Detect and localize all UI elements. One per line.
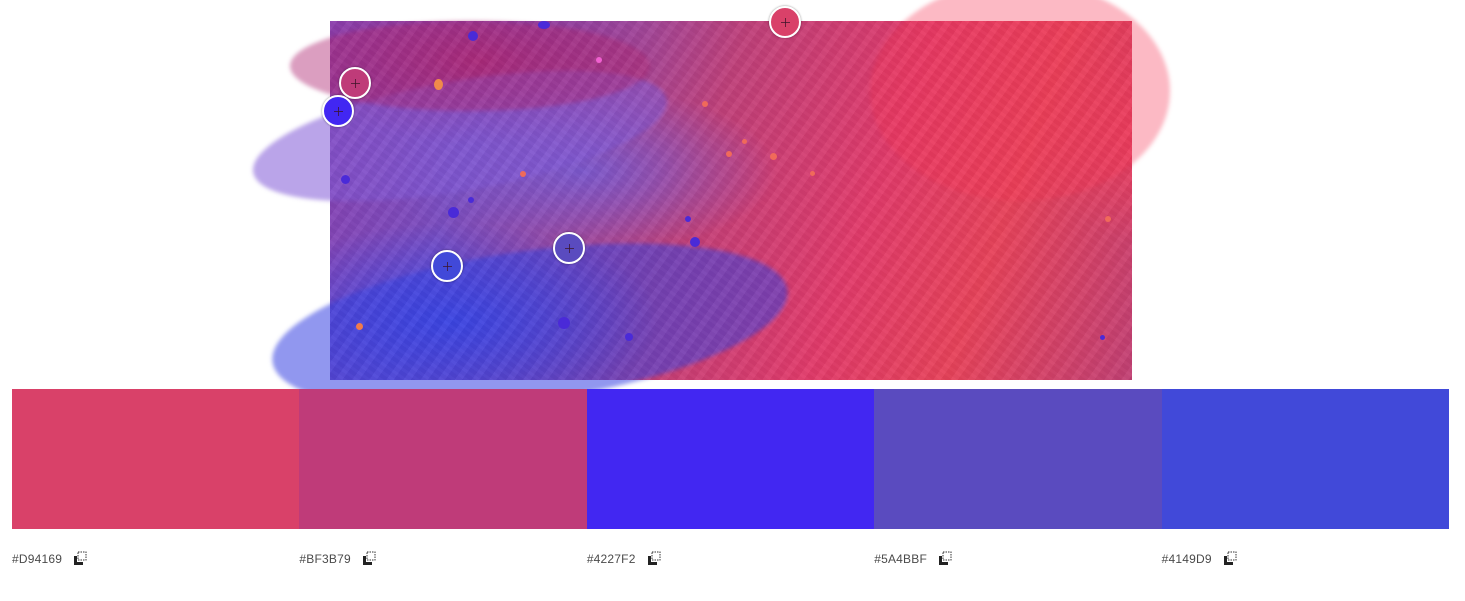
image-speck — [702, 101, 708, 107]
crosshair-icon — [780, 17, 790, 27]
hex-value: #4227F2 — [586, 552, 636, 566]
crosshair-icon — [350, 78, 360, 88]
copy-icon[interactable] — [361, 551, 377, 567]
image-speck — [558, 317, 570, 329]
hex-value: #D94169 — [12, 552, 63, 566]
image-speck — [468, 31, 478, 41]
hex-value: #5A4BBF — [874, 552, 927, 566]
image-speck — [356, 323, 363, 330]
hex-label-cell: #5A4BBF — [874, 548, 1161, 570]
image-speck — [625, 333, 633, 341]
copy-icon[interactable] — [646, 551, 662, 567]
hex-value: #BF3B79 — [299, 552, 351, 566]
image-speck — [1105, 216, 1111, 222]
image-speck — [468, 197, 474, 203]
color-picker-5[interactable] — [431, 250, 463, 282]
swatch-strip — [12, 389, 1450, 529]
color-picker-3[interactable] — [322, 95, 354, 127]
color-swatch-4[interactable] — [874, 389, 1162, 529]
image-speck — [341, 175, 350, 184]
copy-icon[interactable] — [72, 551, 88, 567]
image-speck — [770, 153, 777, 160]
image-speck — [434, 79, 443, 90]
color-swatch-1[interactable] — [12, 389, 300, 529]
hex-label-cell: #D94169 — [12, 548, 299, 570]
image-speck — [690, 237, 700, 247]
image-texture — [330, 21, 1132, 380]
crosshair-icon — [442, 261, 452, 271]
image-speck — [726, 151, 732, 157]
color-swatch-5[interactable] — [1161, 389, 1450, 529]
hex-value: #4149D9 — [1161, 552, 1212, 566]
image-speck — [810, 171, 815, 176]
color-picker-1[interactable] — [769, 6, 801, 38]
image-speck — [538, 21, 550, 29]
image-speck — [685, 216, 691, 222]
color-picker-2[interactable] — [339, 67, 371, 99]
copy-icon[interactable] — [1222, 551, 1238, 567]
hex-label-row: #D94169 #BF3B79 #4227F2 #5A4BBF #4149D9 — [12, 548, 1449, 570]
image-speck — [448, 207, 459, 218]
source-image[interactable] — [243, 0, 1170, 437]
image-speck — [1100, 335, 1105, 340]
image-speck — [520, 171, 526, 177]
hex-label-cell: #4227F2 — [587, 548, 874, 570]
color-swatch-2[interactable] — [299, 389, 587, 529]
hex-label-cell: #4149D9 — [1162, 548, 1449, 570]
image-speck — [596, 57, 602, 63]
image-speck — [742, 139, 747, 144]
crosshair-icon — [333, 106, 343, 116]
color-picker-4[interactable] — [553, 232, 585, 264]
hex-label-cell: #BF3B79 — [299, 548, 586, 570]
color-swatch-3[interactable] — [586, 389, 875, 529]
crosshair-icon — [564, 243, 574, 253]
copy-icon[interactable] — [937, 551, 953, 567]
